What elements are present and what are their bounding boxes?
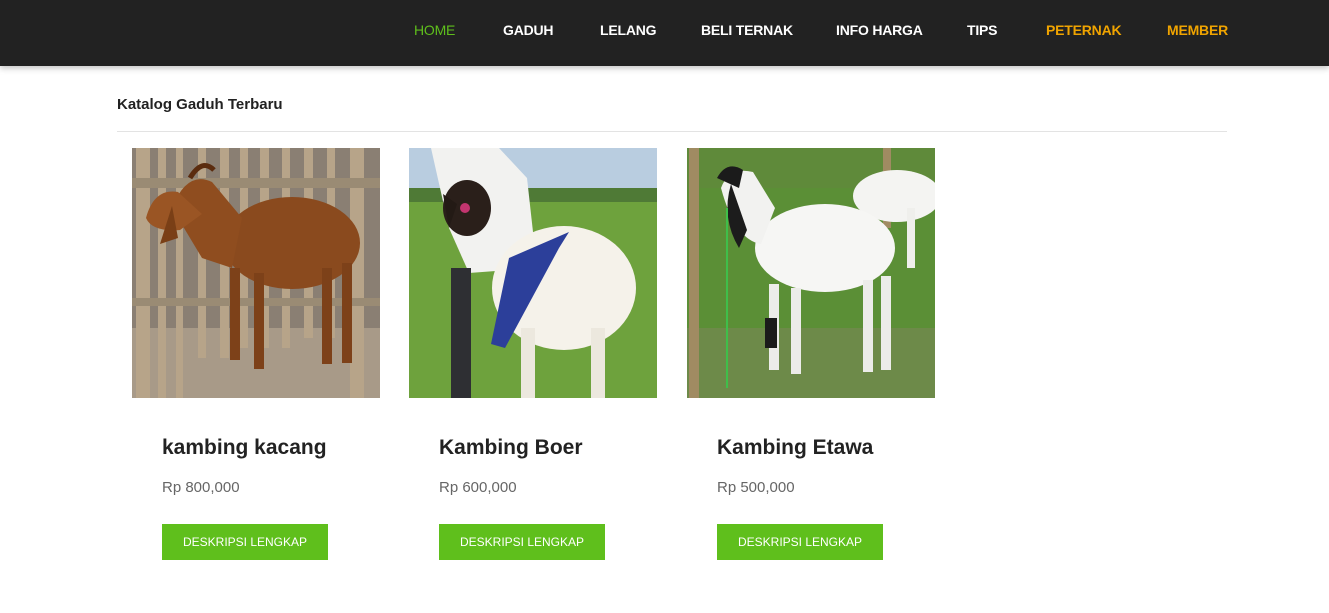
nav-member[interactable]: MEMBER	[1167, 22, 1228, 38]
nav-info-harga[interactable]: INFO HARGA	[836, 22, 923, 38]
nav-home[interactable]: HOME	[414, 22, 455, 38]
product-name[interactable]: Kambing Boer	[439, 436, 583, 460]
description-button[interactable]: DESKRIPSI LENGKAP	[162, 524, 328, 560]
section-title: Katalog Gaduh Terbaru	[117, 96, 283, 113]
description-button[interactable]: DESKRIPSI LENGKAP	[439, 524, 605, 560]
nav-tips[interactable]: TIPS	[967, 22, 998, 38]
nav-peternak[interactable]: PETERNAK	[1046, 22, 1122, 38]
nav-beli-ternak[interactable]: BELI TERNAK	[701, 22, 793, 38]
product-name[interactable]: kambing kacang	[162, 436, 327, 460]
description-button[interactable]: DESKRIPSI LENGKAP	[717, 524, 883, 560]
product-price: Rp 800,000	[162, 479, 240, 496]
boer-goat-photo[interactable]	[409, 148, 657, 398]
nav-gaduh[interactable]: GADUH	[503, 22, 554, 38]
etawa-goat-photo[interactable]	[687, 148, 935, 398]
brown-goat-photo[interactable]	[132, 148, 380, 398]
product-price: Rp 600,000	[439, 479, 517, 496]
nav-lelang[interactable]: LELANG	[600, 22, 657, 38]
product-name[interactable]: Kambing Etawa	[717, 436, 873, 460]
product-price: Rp 500,000	[717, 479, 795, 496]
top-navbar: HOME GADUH LELANG BELI TERNAK INFO HARGA…	[0, 0, 1329, 66]
section-divider	[117, 131, 1227, 132]
